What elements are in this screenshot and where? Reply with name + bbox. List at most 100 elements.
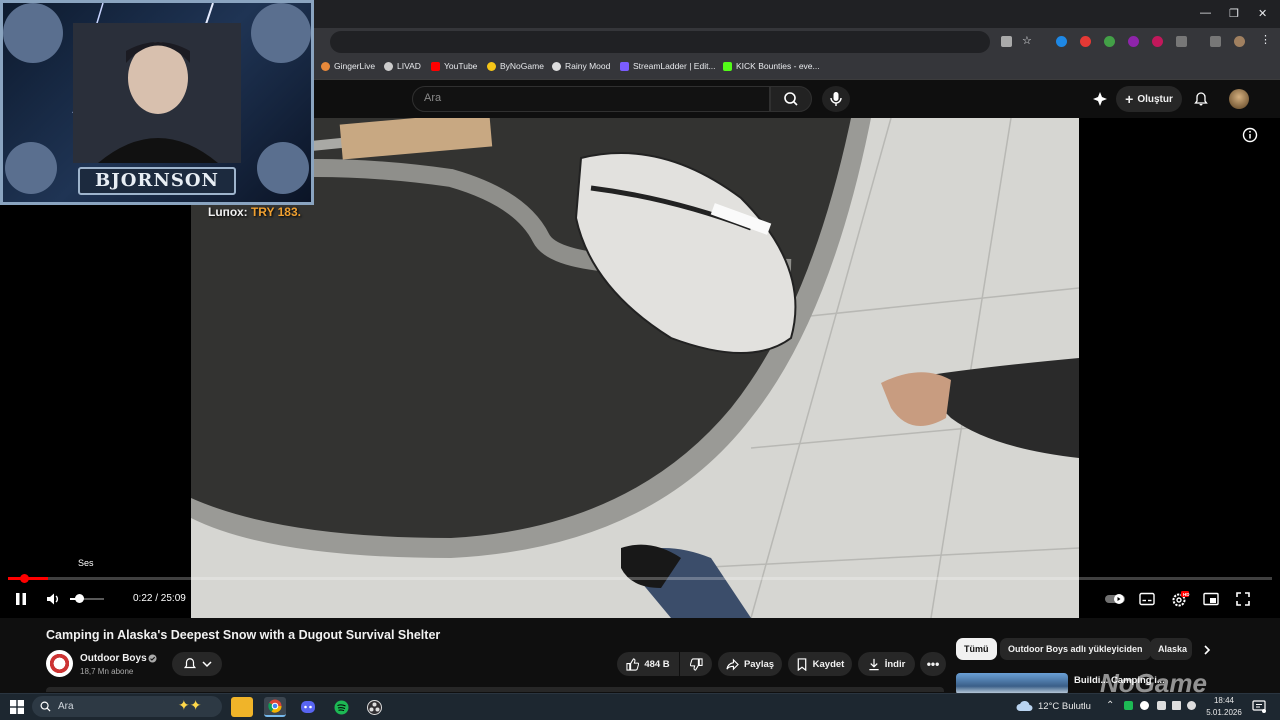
chevron-up-icon[interactable]: ⌃	[1106, 700, 1114, 711]
bookmark-streamladder[interactable]: StreamLadder | Edit...	[620, 61, 716, 71]
pause-icon[interactable]	[14, 592, 28, 606]
progress-bar[interactable]	[8, 577, 1272, 580]
network-icon[interactable]	[1157, 701, 1166, 710]
bookmark-livad[interactable]: LIVAD	[384, 61, 421, 71]
spotify-taskbar-icon[interactable]	[330, 697, 352, 717]
like-count: 484 B	[644, 658, 670, 670]
install-app-icon[interactable]	[1001, 36, 1012, 47]
taskbar-search-placeholder: Ara	[58, 701, 74, 712]
video-title: Camping in Alaska's Deepest Snow with a …	[46, 628, 441, 642]
restore-icon[interactable]: ❐	[1229, 7, 1239, 20]
description-box[interactable]	[46, 687, 944, 692]
search-input[interactable]	[412, 86, 770, 112]
extension-icon[interactable]	[1104, 36, 1115, 47]
battery-icon[interactable]	[1187, 701, 1196, 710]
extension-icon[interactable]	[1056, 36, 1067, 47]
account-avatar[interactable]	[1229, 89, 1249, 109]
discord-icon	[301, 701, 315, 713]
autoplay-toggle-icon[interactable]	[1104, 592, 1126, 606]
tray-icon[interactable]	[1124, 701, 1133, 710]
bookmark-star-icon[interactable]: ☆	[1022, 34, 1033, 47]
download-button[interactable]: İndir	[858, 652, 915, 676]
thumbs-up-icon	[626, 657, 640, 671]
chevron-right-icon[interactable]	[1202, 644, 1212, 656]
like-button[interactable]: 484 B	[617, 652, 679, 676]
subscription-bell-button[interactable]	[172, 652, 222, 676]
dislike-button[interactable]	[680, 652, 712, 676]
obs-icon	[366, 699, 382, 715]
info-icon[interactable]	[1242, 127, 1258, 143]
extension-icon[interactable]	[1080, 36, 1091, 47]
share-button[interactable]: Paylaş	[718, 652, 782, 676]
voice-search-button[interactable]	[822, 86, 850, 112]
thumbs-down-icon	[689, 657, 703, 671]
bookmark-gingerlive[interactable]: GingerLive	[321, 61, 375, 71]
create-button[interactable]: + Oluştur	[1116, 86, 1182, 112]
chip-alaska[interactable]: Alaska	[1150, 638, 1192, 660]
search-button[interactable]	[770, 86, 812, 112]
volume-icon[interactable]	[46, 592, 62, 606]
channel-name[interactable]: Outdoor Boys	[80, 653, 147, 664]
search-icon	[40, 701, 51, 712]
minimize-icon[interactable]: —	[1200, 7, 1211, 19]
chip-from-uploader[interactable]: Outdoor Boys adlı yükleyiciden	[1000, 638, 1151, 660]
bookmark-rainy-mood[interactable]: Rainy Mood	[552, 61, 610, 71]
subscriber-count: 18,7 Mn abone	[80, 667, 134, 676]
gemini-sparkle-icon[interactable]	[1092, 91, 1108, 107]
tray-icon[interactable]	[1140, 701, 1149, 710]
recommended-video-thumbnail[interactable]	[956, 673, 1068, 695]
microphone-icon	[830, 92, 842, 106]
extension-icon[interactable]	[1128, 36, 1139, 47]
more-actions-button[interactable]: •••	[920, 652, 946, 676]
video-frame[interactable]	[191, 118, 1079, 618]
notifications-bell-icon[interactable]	[1193, 91, 1209, 107]
rainy-mood-icon	[552, 61, 561, 71]
search-icon	[784, 92, 798, 106]
address-bar[interactable]	[330, 31, 990, 53]
volume-knob[interactable]	[75, 594, 84, 603]
extension-icon[interactable]	[1152, 36, 1163, 47]
spotify-icon	[334, 700, 348, 714]
close-icon[interactable]: ✕	[1258, 7, 1267, 20]
speaker-icon[interactable]	[1172, 701, 1181, 710]
miniplayer-icon[interactable]	[1203, 592, 1219, 606]
channel-avatar[interactable]	[46, 650, 73, 677]
taskbar-weather[interactable]: 12°C Bulutlu	[1038, 701, 1091, 712]
notification-center-icon[interactable]	[1252, 700, 1266, 713]
chrome-taskbar-icon[interactable]	[264, 697, 286, 717]
obs-taskbar-icon[interactable]	[363, 697, 385, 717]
media-control-icon[interactable]	[1210, 36, 1221, 47]
streamladder-icon	[620, 61, 629, 71]
discord-taskbar-icon[interactable]	[297, 697, 319, 717]
bell-icon	[183, 658, 196, 669]
volume-tooltip: Ses	[78, 558, 94, 568]
windows-start-icon[interactable]	[10, 700, 24, 714]
more-menu-icon[interactable]: ⋮	[1260, 33, 1271, 46]
fullscreen-icon[interactable]	[1236, 592, 1250, 606]
extensions-puzzle-icon[interactable]	[1176, 36, 1187, 47]
bookmark-kick-bounties[interactable]: KICK Bounties - eve...	[723, 61, 820, 71]
search-placeholder: Ara	[424, 92, 442, 104]
more-horizontal-icon: •••	[926, 657, 940, 671]
profile-avatar[interactable]	[1234, 36, 1245, 47]
file-explorer-icon[interactable]	[231, 697, 253, 717]
bookmark-bynogame[interactable]: ByNoGame	[487, 61, 544, 71]
youtube-icon	[431, 61, 440, 71]
save-button[interactable]: Kaydet	[788, 652, 852, 676]
chevron-down-icon	[201, 661, 212, 668]
donation-amount: TRY 183.	[250, 205, 301, 219]
plus-icon: +	[1125, 91, 1134, 107]
subtitles-icon[interactable]	[1139, 592, 1155, 606]
bookmark-youtube[interactable]: YouTube	[431, 61, 477, 71]
donation-alert: Luпох: TRY 183.	[208, 205, 301, 219]
time-display: 0:22 / 25:09	[133, 593, 186, 604]
progress-scrubber[interactable]	[20, 574, 29, 583]
hd-badge: HD	[1183, 592, 1190, 597]
livad-icon	[384, 61, 393, 71]
video-scene	[191, 118, 1079, 618]
chip-all[interactable]: Tümü	[956, 638, 997, 660]
taskbar-clock-time[interactable]: 18:44	[1210, 696, 1238, 705]
kick-icon	[723, 61, 732, 71]
streamer-name-plate: BJORNSON	[78, 167, 236, 195]
taskbar-clock-date[interactable]: 5.01.2026	[1200, 708, 1248, 717]
